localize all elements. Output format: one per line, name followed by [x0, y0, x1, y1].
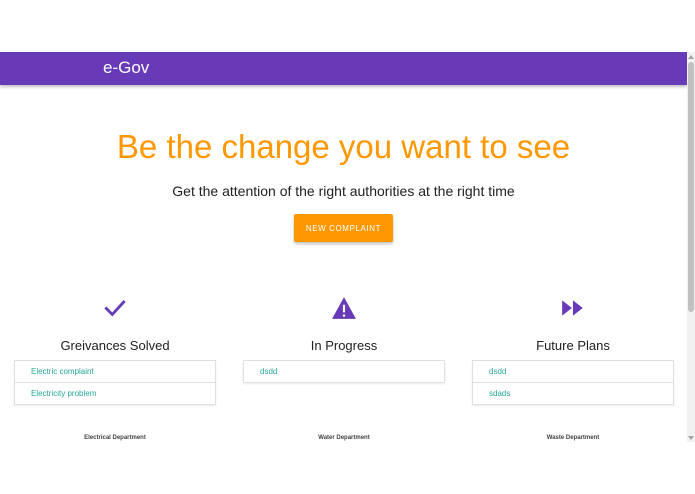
list-item[interactable]: sdads	[473, 383, 673, 404]
warning-icon	[332, 297, 356, 319]
list-item-link[interactable]: dsdd	[489, 367, 506, 376]
list-item-link[interactable]: sdads	[489, 389, 510, 398]
hero-title: Be the change you want to see	[116, 128, 571, 165]
complaint-list: Electric complaint Electricity problem	[14, 360, 216, 405]
complaint-list: dsdd	[243, 360, 445, 383]
brand-logo[interactable]: e-Gov	[103, 57, 149, 79]
complaint-list: dsdd sdads	[472, 360, 674, 405]
scrollbar-thumb[interactable]	[688, 62, 694, 312]
list-item-link[interactable]: Electric complaint	[31, 367, 94, 376]
column-title: Greivances Solved	[60, 338, 170, 353]
browser-viewport: e-Gov Be the change you want to see Get …	[0, 0, 695, 494]
department-label: Electrical Department	[84, 435, 146, 441]
column-title: Future Plans	[536, 338, 610, 353]
scroll-down-arrow-icon[interactable]	[688, 436, 694, 440]
list-item-link[interactable]: dsdd	[260, 367, 277, 376]
check-icon	[104, 300, 126, 317]
hero-subtitle: Get the attention of the right authoriti…	[172, 183, 515, 199]
list-item[interactable]: Electric complaint	[15, 361, 215, 383]
department-label: Waste Department	[546, 435, 600, 441]
new-complaint-button[interactable]: NEW COMPLAINT	[294, 214, 393, 242]
fast-forward-icon	[562, 300, 583, 316]
scroll-up-arrow-icon[interactable]	[688, 55, 694, 59]
list-item[interactable]: dsdd	[244, 361, 444, 382]
list-item[interactable]: Electricity problem	[15, 383, 215, 404]
list-item-link[interactable]: Electricity problem	[31, 389, 96, 398]
list-item[interactable]: dsdd	[473, 361, 673, 383]
navbar: e-Gov	[0, 52, 687, 85]
vertical-scrollbar[interactable]	[687, 52, 695, 442]
department-label: Water Department	[318, 435, 370, 441]
column-title: In Progress	[310, 338, 378, 353]
